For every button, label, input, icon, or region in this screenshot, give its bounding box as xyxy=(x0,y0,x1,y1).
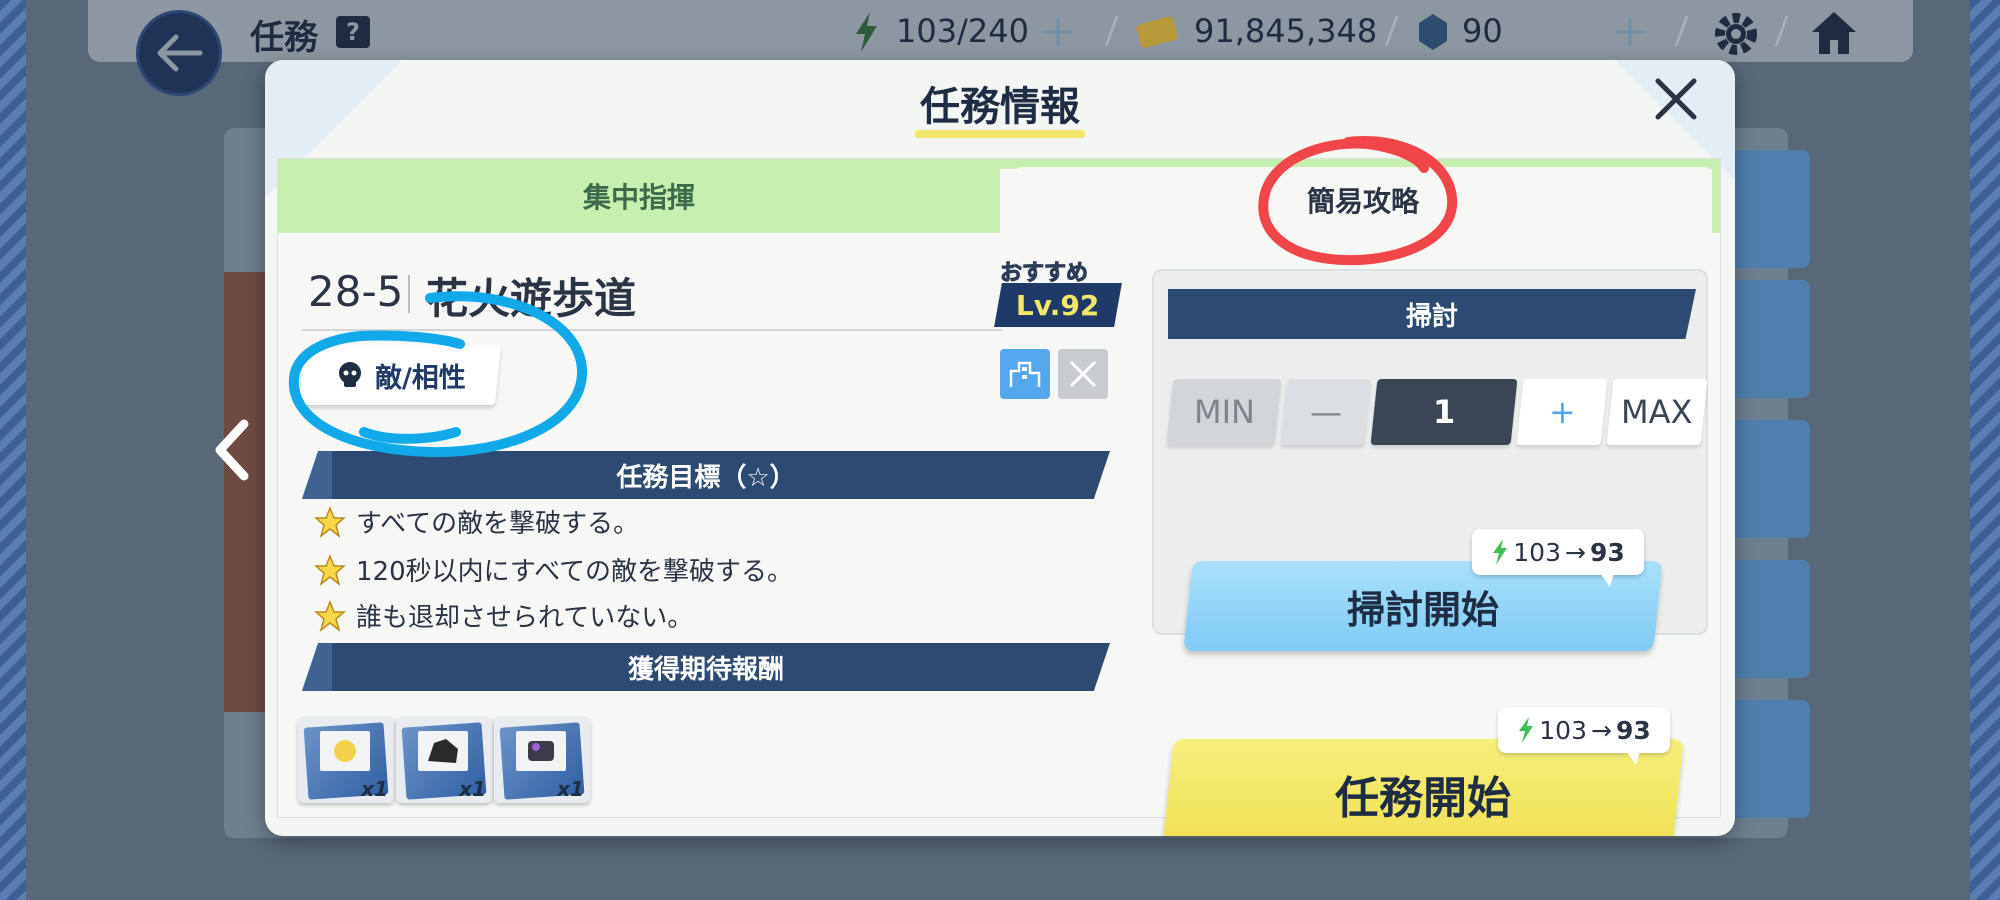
goal-text: すべての敵を撃破する。 xyxy=(356,509,640,539)
start-mission-button[interactable]: 任務開始 xyxy=(1162,739,1684,836)
goal-text: 誰も退却させられていない。 xyxy=(356,603,694,633)
recommended-level-badge: Lv.92 xyxy=(994,283,1122,327)
background-stripe-right xyxy=(1970,0,2000,900)
reward-item-image xyxy=(320,731,370,771)
tab-strip xyxy=(1712,167,1720,233)
home-icon[interactable] xyxy=(1808,8,1860,58)
reward-item-image xyxy=(516,731,566,771)
title-underline xyxy=(915,130,1085,138)
add-gems-icon[interactable] xyxy=(1612,14,1648,50)
goal-item: すべての敵を撃破する。 xyxy=(314,503,639,540)
dialog-title: 任務情報 xyxy=(920,84,1080,130)
rewards-header: 獲得期待報酬 xyxy=(302,643,1110,691)
min-label: MIN xyxy=(1193,393,1255,431)
back-button[interactable] xyxy=(136,10,222,96)
gems-counter: 90 xyxy=(1462,12,1503,50)
sweep-count: 1 xyxy=(1432,393,1456,431)
close-button[interactable] xyxy=(1651,74,1701,124)
recommended-level: Lv.92 xyxy=(1016,288,1100,322)
reward-item[interactable]: x1 xyxy=(298,717,394,803)
background-stripe-left xyxy=(0,0,26,900)
sweep-header: 掃討 xyxy=(1168,289,1696,339)
stage-name: 花火遊歩道 xyxy=(426,274,637,323)
cost-to: 93 xyxy=(1589,537,1625,567)
bubble-tail xyxy=(1600,573,1614,587)
cost-to: 93 xyxy=(1615,715,1651,745)
decor xyxy=(302,643,332,691)
sweep-min-button[interactable]: MIN xyxy=(1166,379,1282,445)
star-icon xyxy=(314,599,346,632)
tab-easy-strategy[interactable]: 簡易攻略 xyxy=(1014,167,1712,233)
page-title: 任務 xyxy=(250,18,318,58)
ap-lightning-icon xyxy=(1519,717,1534,743)
ap-counter: 103/240 xyxy=(896,12,1029,50)
reward-item-image xyxy=(418,731,468,771)
reward-item[interactable]: x1 xyxy=(494,717,590,803)
stage-code: 28-5 xyxy=(308,267,404,316)
rewards-title: 獲得期待報酬 xyxy=(627,654,784,685)
ore-icon xyxy=(428,739,458,763)
enemy-affinity-button[interactable]: 敵/相性 xyxy=(298,345,502,405)
reward-quantity: x1 xyxy=(557,777,584,801)
reward-quantity: x1 xyxy=(361,777,388,801)
terrain-indoor-icon[interactable] xyxy=(1000,349,1050,399)
reward-item[interactable]: x1 xyxy=(396,717,492,803)
goal-item: 誰も退却させられていない。 xyxy=(314,597,693,634)
cross-icon xyxy=(1069,360,1097,388)
mission-info-dialog: 任務情報 集中指揮 簡易攻略 28-5 花火遊歩道 おすすめ Lv.92 敵/相… xyxy=(265,60,1735,836)
star-icon xyxy=(314,553,346,586)
disabled-terrain-icon xyxy=(1058,349,1108,399)
max-label: MAX xyxy=(1621,393,1693,431)
credits-counter: 91,845,348 xyxy=(1194,12,1378,50)
help-button[interactable]: ? xyxy=(336,16,370,48)
add-ap-icon[interactable] xyxy=(1040,14,1076,50)
credit-icon xyxy=(1136,16,1178,48)
sweep-decrement-button[interactable]: — xyxy=(1280,379,1372,445)
sweep-max-button[interactable]: MAX xyxy=(1606,379,1708,445)
start-sweep-label: 掃討開始 xyxy=(1346,587,1499,632)
enemy-affinity-label: 敵/相性 xyxy=(374,362,466,394)
minus-label: — xyxy=(1310,393,1342,431)
previous-stage-arrow-icon[interactable] xyxy=(210,418,254,482)
mission-cost-bubble: 103 → 93 xyxy=(1498,707,1670,765)
building-icon xyxy=(1009,361,1041,387)
cost-from: 103 xyxy=(1539,715,1587,745)
sweep-increment-button[interactable]: + xyxy=(1516,379,1608,445)
mission-goals-header: 任務目標（☆） xyxy=(302,451,1110,499)
gear-part-icon xyxy=(528,741,554,761)
coin-icon xyxy=(334,740,356,762)
cost-arrow: → xyxy=(1564,537,1586,567)
dialog-content: 集中指揮 簡易攻略 28-5 花火遊歩道 おすすめ Lv.92 敵/相性 任務目… xyxy=(277,158,1721,836)
goal-item: 120秒以内にすべての敵を撃破する。 xyxy=(314,551,793,588)
bubble-tail xyxy=(1626,751,1640,765)
enemy-skull-icon xyxy=(338,362,361,387)
start-mission-label: 任務開始 xyxy=(1335,773,1511,824)
decor xyxy=(302,451,332,499)
reward-quantity: x1 xyxy=(459,777,486,801)
divider xyxy=(408,275,410,313)
divider xyxy=(302,329,1002,331)
sweep-cost-bubble: 103 → 93 xyxy=(1472,529,1644,587)
cost-from: 103 xyxy=(1513,537,1561,567)
tab-focused-command[interactable]: 集中指揮 xyxy=(278,159,1000,233)
gear-icon[interactable] xyxy=(1710,8,1762,60)
plus-label: + xyxy=(1548,393,1576,431)
arrow-left-icon xyxy=(157,34,203,72)
ap-lightning-icon xyxy=(856,12,877,52)
star-icon xyxy=(314,505,346,538)
ap-lightning-icon xyxy=(1493,539,1508,565)
sweep-count-field[interactable]: 1 xyxy=(1370,379,1518,445)
gem-icon xyxy=(1419,14,1447,50)
goal-text: 120秒以内にすべての敵を撃破する。 xyxy=(356,557,794,587)
close-icon xyxy=(1655,78,1697,120)
cost-arrow: → xyxy=(1590,715,1612,745)
mission-goals-title: 任務目標（☆） xyxy=(616,462,796,493)
